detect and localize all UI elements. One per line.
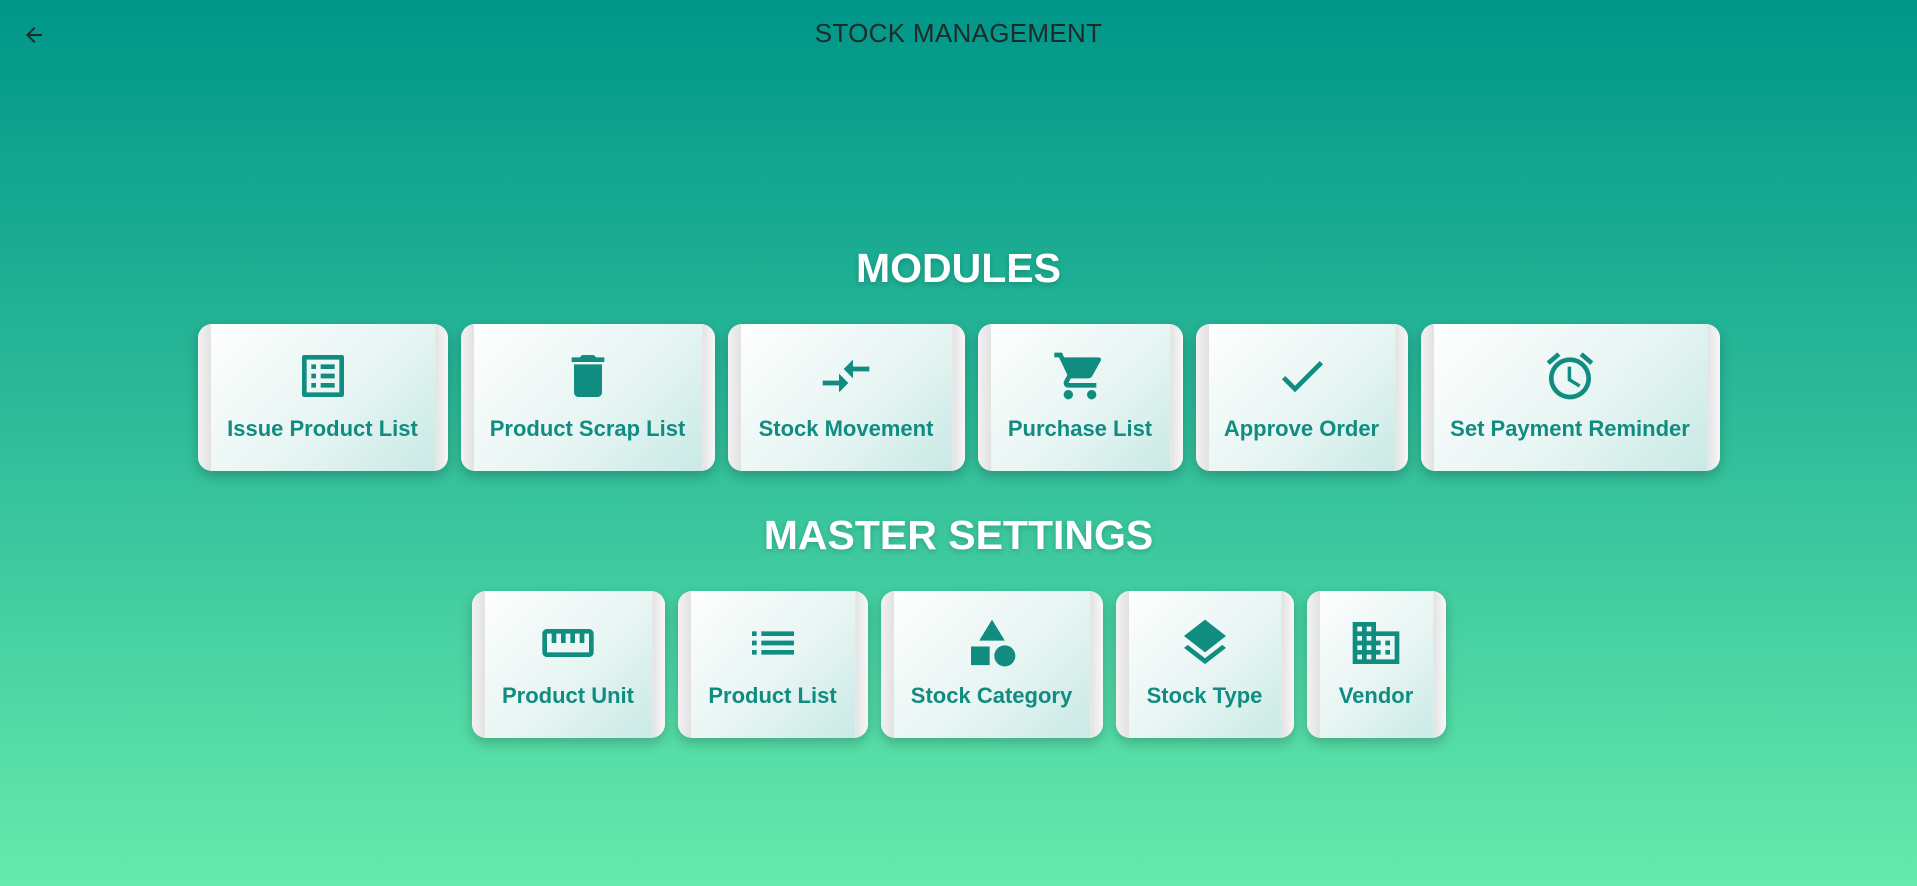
vendor-card[interactable]: Vendor: [1306, 591, 1446, 738]
card-label: Set Payment Reminder: [1450, 416, 1690, 441]
card-label: Approve Order: [1223, 416, 1380, 441]
card-label: Product Unit: [502, 683, 634, 708]
card-label: Stock Movement: [758, 416, 934, 441]
card-label: Stock Type: [1146, 683, 1263, 708]
stock-type-card[interactable]: Stock Type: [1115, 591, 1294, 738]
card-label: Product Scrap List: [489, 416, 686, 441]
modules-card-row: Issue Product List Product Scrap List St…: [0, 324, 1917, 471]
product-list-card[interactable]: Product List: [677, 591, 868, 738]
ruler-icon: [540, 615, 596, 671]
set-payment-reminder-card[interactable]: Set Payment Reminder: [1420, 324, 1720, 471]
compare-arrows-icon: [818, 348, 874, 404]
stock-category-card[interactable]: Stock Category: [880, 591, 1103, 738]
card-label: Vendor: [1338, 683, 1414, 708]
master-settings-section-title: MASTER SETTINGS: [763, 512, 1154, 558]
app-bar: STOCK MANAGEMENT: [0, 0, 1917, 68]
product-unit-card[interactable]: Product Unit: [471, 591, 665, 738]
issue-product-list-card[interactable]: Issue Product List: [197, 324, 448, 471]
list-alt-icon: [295, 348, 351, 404]
master-settings-card-row: Product Unit Product List Stock Category…: [0, 591, 1917, 738]
card-label: Issue Product List: [227, 416, 418, 441]
building-icon: [1348, 615, 1404, 671]
card-label: Product List: [708, 683, 837, 708]
category-shapes-icon: [964, 615, 1020, 671]
stock-movement-card[interactable]: Stock Movement: [727, 324, 965, 471]
alarm-icon: [1542, 348, 1598, 404]
list-icon: [745, 615, 801, 671]
trash-icon: [560, 348, 616, 404]
check-icon: [1274, 348, 1330, 404]
page-title: STOCK MANAGEMENT: [814, 18, 1103, 48]
product-scrap-list-card[interactable]: Product Scrap List: [460, 324, 715, 471]
purchase-list-card[interactable]: Purchase List: [977, 324, 1183, 471]
approve-order-card[interactable]: Approve Order: [1195, 324, 1408, 471]
layers-icon: [1177, 615, 1233, 671]
card-label: Purchase List: [1007, 416, 1153, 441]
card-label: Stock Category: [910, 683, 1073, 708]
modules-section-title: MODULES: [856, 245, 1061, 291]
cart-icon: [1052, 348, 1108, 404]
